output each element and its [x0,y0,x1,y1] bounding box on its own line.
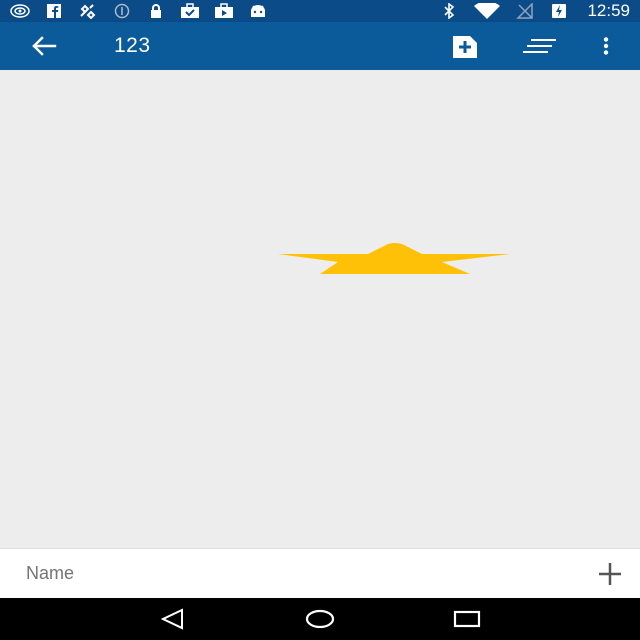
status-left-icons [10,3,268,19]
more-options-button[interactable] [582,22,630,70]
no-signal-icon [515,3,535,19]
nav-home-button[interactable] [298,599,342,639]
wifi-icon [473,3,501,19]
info-icon [112,3,132,19]
arrow-back-icon [32,36,57,56]
bluetooth-icon [439,3,459,19]
back-button[interactable] [20,22,68,70]
home-circle-icon [305,609,335,629]
briefcase-icon [214,3,234,19]
sort-lines-icon [523,39,556,53]
add-document-button[interactable] [442,22,490,70]
briefcase-check-icon [180,3,200,19]
lock-icon [146,3,166,19]
satellite-icon [78,3,98,19]
add-document-icon [453,36,477,58]
system-nav-bar [0,598,640,640]
battery-charging-icon [549,3,569,19]
back-triangle-icon [160,608,184,630]
name-entry-bar [0,548,640,599]
add-button[interactable] [580,549,640,599]
more-vert-icon [603,37,609,55]
status-right-icons: 12:59 [439,1,630,21]
status-bar: 12:59 [0,0,640,22]
status-clock: 12:59 [587,1,630,20]
drawing-canvas[interactable] [0,70,640,548]
star-shape[interactable] [276,240,512,276]
nav-back-button[interactable] [151,599,195,639]
nav-recents-button[interactable] [445,599,489,639]
plus-icon [599,562,621,585]
page-title: 123 [114,34,151,57]
sort-button[interactable] [516,22,564,70]
name-input[interactable] [0,548,580,599]
broadcast-icon [10,3,30,19]
recents-square-icon [453,610,480,628]
app-bar: 123 [0,22,640,70]
android-icon [248,3,268,19]
facebook-icon [44,3,64,19]
